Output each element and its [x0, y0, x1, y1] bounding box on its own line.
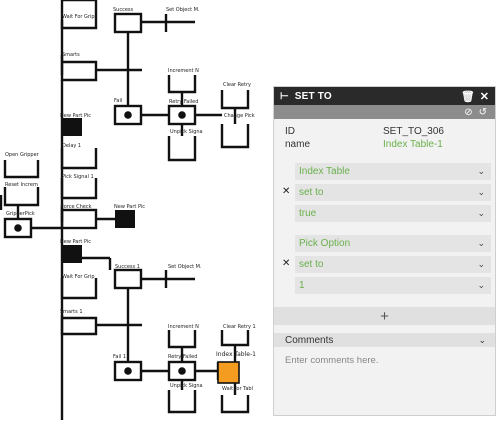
node-label: Change Pick [224, 113, 255, 119]
node-label: Smarts 1 [60, 309, 83, 315]
node-label: Set Object M. [168, 264, 202, 270]
node-label: Wait For Grip [62, 14, 95, 20]
plus-icon: + [380, 307, 389, 325]
remove-assignment-icon[interactable]: ✕ [282, 258, 290, 269]
chevron-down-icon: ⌄ [477, 166, 485, 176]
set-node-icon: ⊢ [280, 90, 289, 102]
close-icon[interactable]: ✕ [480, 90, 489, 103]
node-label: Retry Failed [168, 354, 197, 360]
properties-panel: ⊢ SET TO 🗑 ✕ ⊘ ↺ ID SET_TO_306 name Inde… [273, 86, 496, 416]
node-label: New Part Pic [60, 113, 91, 119]
selected-node [217, 361, 240, 384]
trash-icon[interactable]: 🗑 [461, 90, 475, 103]
disable-icon[interactable]: ⊘ [464, 107, 472, 118]
add-assignment-button[interactable]: + [274, 307, 495, 325]
chevron-down-icon: ⌄ [478, 334, 486, 345]
assignment-group: ✕ Pick Option ⌄ set to ⌄ 1 ⌄ [274, 235, 495, 294]
node-label: GripperPick [6, 211, 35, 217]
panel-header: ⊢ SET TO 🗑 ✕ [274, 87, 495, 105]
node-label: Clear Retry [223, 82, 251, 88]
operator-select[interactable]: set to ⌄ [295, 256, 491, 273]
comments-header[interactable]: Comments ⌄ [274, 333, 495, 347]
node-label: Fail 1 [113, 354, 126, 360]
node-label: Increment N [168, 324, 199, 330]
comments-input[interactable] [274, 347, 495, 387]
node-label: Reset Increm [5, 182, 38, 188]
node-label: Unpick Signa [170, 383, 203, 389]
id-row: ID SET_TO_306 [274, 125, 495, 138]
assignment-group: ✕ Index Table ⌄ set to ⌄ true ⌄ [274, 163, 495, 222]
node-label: Force Check [61, 204, 92, 210]
value-select[interactable]: 1 ⌄ [295, 277, 491, 294]
node-label: Success 1 [115, 264, 140, 270]
id-label: ID [285, 126, 295, 137]
node-label: Pick Signal 1 [62, 174, 94, 180]
node-label: Wait For Grip [62, 274, 95, 280]
node-label: Set Object M. [166, 7, 200, 13]
panel-title: SET TO [294, 90, 332, 102]
chevron-down-icon: ⌄ [477, 280, 485, 290]
remove-assignment-icon[interactable]: ✕ [282, 186, 290, 197]
comments-label: Comments [285, 334, 334, 346]
node-label: New Part Pic [60, 239, 91, 245]
node-label: Retry Failed [169, 99, 198, 105]
node-label: Smarts [62, 52, 80, 58]
chevron-down-icon: ⌄ [477, 238, 485, 248]
value-select[interactable]: true ⌄ [295, 205, 491, 222]
node-label: Unpick Signa [170, 129, 203, 135]
node-label: Open Gripper [5, 152, 40, 158]
target-select[interactable]: Index Table ⌄ [295, 163, 491, 180]
node-label: Index Table-1 [216, 351, 256, 358]
chevron-down-icon: ⌄ [477, 208, 485, 218]
name-value[interactable]: Index Table-1 [383, 139, 443, 150]
node-label: Increment N [168, 68, 199, 74]
name-row: name Index Table-1 [274, 138, 495, 151]
chevron-down-icon: ⌄ [477, 187, 485, 197]
operator-select[interactable]: set to ⌄ [295, 184, 491, 201]
chevron-down-icon: ⌄ [477, 259, 485, 269]
node-label: New Part Pic [114, 204, 145, 210]
panel-toolbar: ⊘ ↺ [274, 105, 495, 119]
refresh-icon[interactable]: ↺ [479, 107, 487, 118]
id-value: SET_TO_306 [383, 126, 444, 137]
node-label: Fail [114, 98, 122, 104]
node-label: Delay 1 [62, 143, 81, 149]
target-select[interactable]: Pick Option ⌄ [295, 235, 491, 252]
node-label: Success [113, 7, 134, 13]
node-label: Clear Retry 1 [223, 324, 256, 330]
name-label: name [285, 139, 311, 150]
node-label: Wait for Tabl [222, 386, 253, 392]
